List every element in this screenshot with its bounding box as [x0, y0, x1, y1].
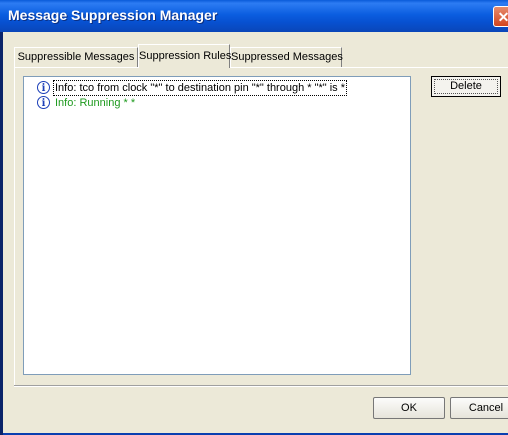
tab-suppressible-messages[interactable]: Suppressible Messages: [14, 47, 138, 67]
close-icon: ✕: [497, 9, 508, 25]
ok-label: OK: [401, 402, 417, 414]
title-bar[interactable]: Message Suppression Manager ✕: [0, 0, 508, 32]
tab-label: Suppressible Messages: [17, 51, 135, 63]
separator: [14, 385, 508, 387]
ok-button[interactable]: OK: [373, 397, 445, 419]
dialog-client-area: Suppressible Messages Suppression Rules …: [3, 32, 508, 435]
tab-label: Suppressed Messages: [231, 51, 343, 63]
cancel-button[interactable]: Cancel: [450, 397, 508, 419]
window-title: Message Suppression Manager: [8, 7, 218, 23]
delete-button[interactable]: Delete: [431, 76, 501, 97]
suppression-rules-list[interactable]: i Info: tco from clock "*" to destination…: [23, 76, 411, 375]
tab-suppressed-messages[interactable]: Suppressed Messages: [230, 47, 343, 67]
cancel-label: Cancel: [468, 402, 504, 414]
close-button[interactable]: ✕: [493, 6, 508, 27]
rule-list-item[interactable]: i Info: Running * *: [37, 96, 136, 111]
info-icon: i: [37, 96, 50, 109]
tab-label: Suppression Rules: [139, 50, 232, 62]
rule-list-item[interactable]: i Info: tco from clock "*" to destination…: [37, 80, 348, 96]
rule-text: Info: Running * *: [55, 97, 136, 109]
message-suppression-manager-window: Message Suppression Manager ✕ Suppressib…: [0, 0, 508, 435]
info-icon: i: [37, 81, 50, 94]
tab-suppression-rules[interactable]: Suppression Rules: [138, 44, 232, 68]
delete-label: Delete: [450, 80, 482, 92]
rule-text: Info: tco from clock "*" to destination …: [52, 80, 348, 96]
